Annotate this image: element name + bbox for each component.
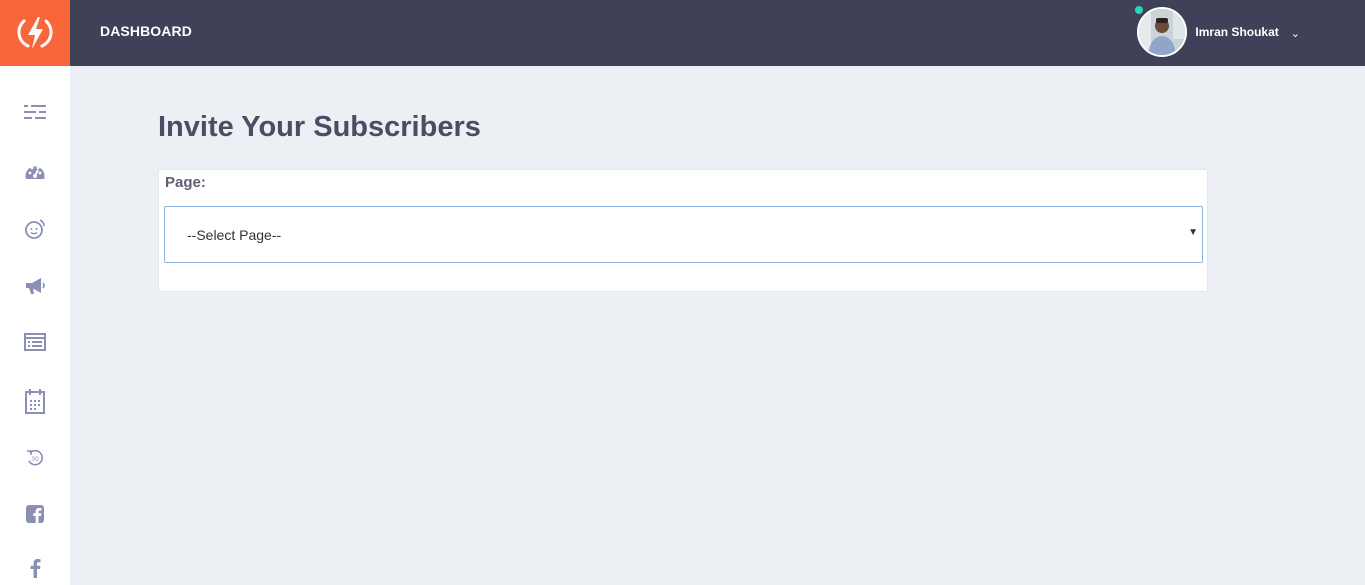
facebook-square-icon bbox=[26, 505, 44, 523]
sidebar-item-facebook-pages[interactable] bbox=[0, 494, 70, 534]
sidebar-item-schedule[interactable] bbox=[0, 381, 70, 421]
page-select-value: --Select Page-- bbox=[187, 227, 282, 243]
page-header-title: DASHBOARD bbox=[100, 23, 192, 39]
dashboard-gauge-icon bbox=[25, 166, 45, 179]
online-status-indicator bbox=[1135, 6, 1144, 14]
calendar-icon bbox=[25, 389, 45, 414]
lightning-bolt-icon bbox=[17, 17, 53, 49]
megaphone-icon bbox=[26, 278, 45, 294]
invite-form-card: Page: --Select Page-- ▼ bbox=[158, 169, 1208, 292]
list-window-icon bbox=[24, 333, 46, 351]
sidebar-item-menu[interactable] bbox=[0, 92, 70, 132]
page-select[interactable]: --Select Page-- ▼ bbox=[164, 206, 1203, 263]
svg-text:30: 30 bbox=[31, 456, 39, 463]
history-icon: 30 bbox=[27, 449, 43, 466]
user-menu[interactable]: Imran Shoukat ⌄ bbox=[1135, 6, 1300, 57]
sidebar-item-dashboard[interactable] bbox=[0, 152, 70, 192]
page-field-label: Page: bbox=[165, 174, 206, 191]
avatar[interactable] bbox=[1137, 7, 1188, 57]
sidebar: 30 bbox=[0, 66, 70, 585]
bot-face-icon bbox=[25, 219, 45, 239]
sidebar-item-broadcast[interactable] bbox=[0, 266, 70, 306]
sidebar-item-facebook[interactable] bbox=[0, 548, 70, 585]
user-name: Imran Shoukat bbox=[1195, 25, 1279, 39]
dropdown-caret-icon: ▼ bbox=[1188, 227, 1198, 238]
sidebar-item-bot[interactable] bbox=[0, 209, 70, 249]
logo[interactable] bbox=[0, 0, 70, 66]
menu-list-icon bbox=[24, 105, 46, 119]
facebook-icon bbox=[30, 559, 41, 578]
sidebar-item-history[interactable]: 30 bbox=[0, 438, 70, 478]
chevron-down-icon[interactable]: ⌄ bbox=[1291, 27, 1300, 40]
top-bar: DASHBOARD Imran Shoukat ⌄ bbox=[70, 0, 1365, 66]
page-title: Invite Your Subscribers bbox=[158, 111, 481, 143]
sidebar-item-list[interactable] bbox=[0, 322, 70, 362]
